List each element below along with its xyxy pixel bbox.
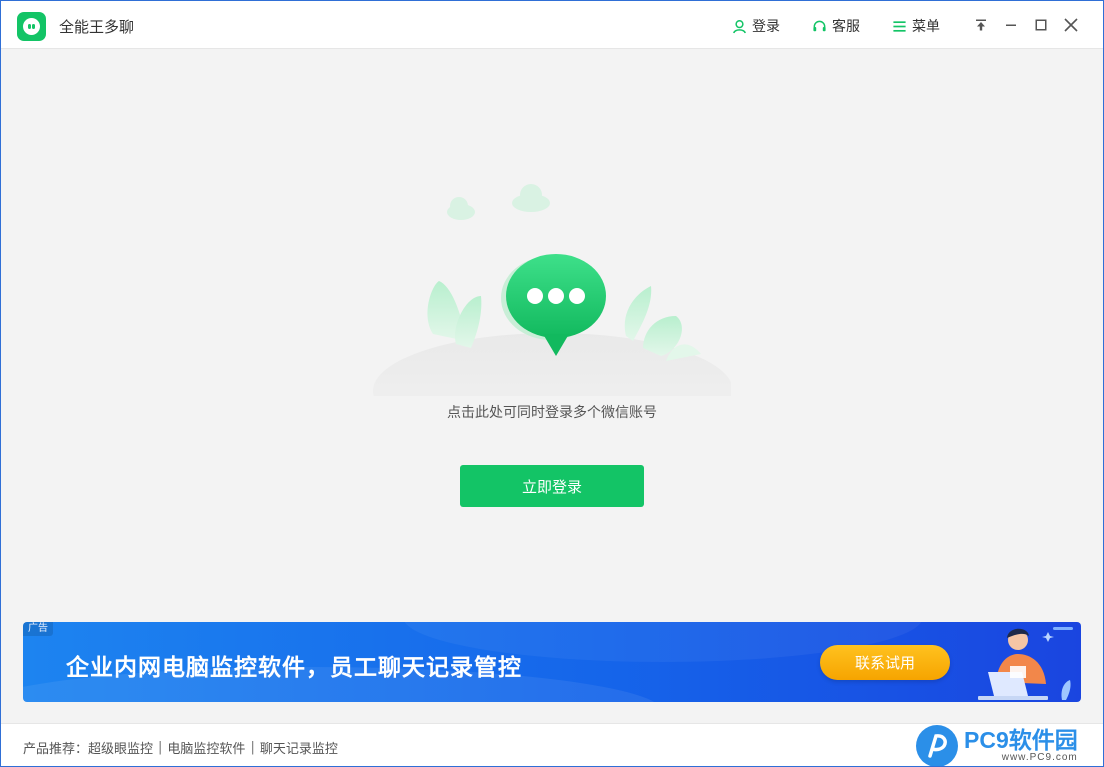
footer-prefix: 产品推荐：	[23, 742, 89, 757]
service-link[interactable]: 客服	[812, 17, 860, 35]
login-now-button[interactable]: 立即登录	[460, 465, 644, 507]
maximize-icon	[1035, 19, 1047, 31]
headset-icon	[813, 20, 826, 31]
footer-link-pc-monitor[interactable]: 电脑监控软件	[167, 738, 245, 757]
footer-link-super-eye[interactable]: 超级眼监控	[88, 738, 153, 757]
title-bar: 全能王多聊 登录 客服 菜单	[1, 1, 1103, 49]
banner-headline: 企业内网电脑监控软件，员工聊天记录管控	[66, 655, 522, 681]
chat-illustration[interactable]	[371, 176, 731, 396]
app-window: 全能王多聊 登录 客服 菜单 点击此处可同时登录多个微信账号 立即登录 广告 企…	[1, 1, 1103, 766]
watermark-name: PC9软件园	[964, 727, 1078, 753]
cloud-icon	[447, 184, 550, 220]
login-tip[interactable]: 点击此处可同时登录多个微信账号	[1, 402, 1103, 422]
menu-link[interactable]: 菜单	[892, 17, 940, 35]
menu-link-label: 菜单	[912, 19, 940, 35]
app-logo-icon	[17, 12, 46, 41]
app-title: 全能王多聊	[59, 18, 135, 36]
contact-trial-button[interactable]: 联系试用	[820, 645, 950, 680]
close-button[interactable]	[1061, 15, 1081, 35]
pc9-logo-icon	[916, 724, 958, 766]
login-link-label: 登录	[752, 19, 780, 35]
login-link[interactable]: 登录	[732, 17, 780, 35]
pc9-watermark: PC9软件园 www.PC9.com	[916, 724, 1103, 766]
footer-link-chat-monitor[interactable]: 聊天记录监控	[260, 738, 338, 757]
close-icon	[1064, 18, 1078, 32]
footer-separator: |	[158, 740, 163, 755]
service-link-label: 客服	[832, 19, 860, 35]
ad-tag: 广告	[23, 622, 53, 636]
hamburger-icon	[893, 20, 906, 32]
person-at-laptop-icon	[978, 627, 1073, 700]
product-recommendations: 产品推荐： 超级眼监控 | 电脑监控软件 | 聊天记录监控	[23, 738, 338, 757]
minimize-icon	[1006, 24, 1016, 26]
ad-banner[interactable]: 广告 企业内网电脑监控软件，员工聊天记录管控 联系试用	[23, 622, 1081, 702]
user-icon	[733, 19, 746, 33]
watermark-url: www.PC9.com	[1001, 752, 1078, 763]
pin-top-icon	[976, 19, 986, 31]
pin-top-button[interactable]	[971, 15, 991, 35]
footer-bar: 产品推荐： 超级眼监控 | 电脑监控软件 | 聊天记录监控 PC9软件园 www…	[1, 723, 1103, 766]
footer-separator: |	[250, 740, 255, 755]
minimize-button[interactable]	[1001, 15, 1021, 35]
maximize-button[interactable]	[1031, 15, 1051, 35]
